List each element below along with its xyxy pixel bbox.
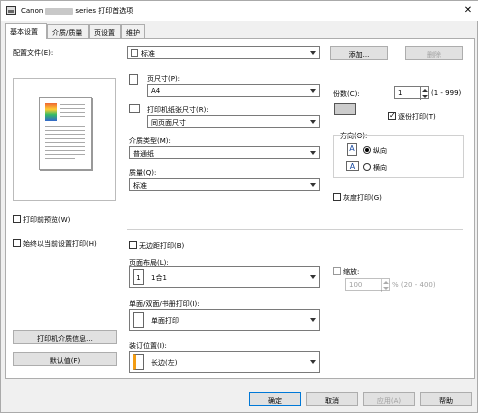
scaling-value: 100 <box>349 281 363 289</box>
scaling-unit: % (20 - 400) <box>392 281 436 289</box>
ok-button[interactable]: 确定 <box>249 392 301 406</box>
binding-select[interactable]: 长边(左) <box>129 351 320 373</box>
single-sided-icon <box>133 312 144 328</box>
title-bar: Canon series 打印首选项 ✕ <box>1 1 478 21</box>
page-size-value: A4 <box>151 87 161 95</box>
grayscale-label: 灰度打印(G) <box>343 194 382 202</box>
borderless-checkbox[interactable] <box>129 241 137 249</box>
scaling-checkbox[interactable] <box>333 267 341 275</box>
copies-spinner-icon[interactable] <box>420 87 428 100</box>
chevron-down-icon <box>310 318 316 322</box>
portrait-radio[interactable] <box>363 146 371 154</box>
binding-label: 装订位置(I): <box>129 342 167 350</box>
profile-label: 配置文件(E): <box>13 49 54 57</box>
chevron-down-icon <box>310 151 316 155</box>
duplex-select[interactable]: 单面打印 <box>129 309 320 331</box>
tab-page-setup[interactable]: 页设置 <box>89 24 121 38</box>
media-type-value: 普通纸 <box>133 150 154 158</box>
copies-label: 份数(C): <box>333 90 360 98</box>
preview-image <box>45 103 57 121</box>
media-type-label: 介质类型(M): <box>129 137 171 145</box>
scaling-spinner-icon[interactable] <box>381 279 389 292</box>
add-profile-button[interactable]: 添加... <box>330 46 388 60</box>
chevron-down-icon <box>310 120 316 124</box>
page-layout-select[interactable]: 1 1合1 <box>129 266 320 288</box>
printing-preferences-window: Canon series 打印首选项 ✕ 基本设置 介质/质量 页设置 维护 配置… <box>0 0 478 413</box>
printer-app-icon <box>6 6 16 15</box>
borderless-label: 无边距打印(B) <box>139 242 185 250</box>
layout-page-icon: 1 <box>133 269 144 285</box>
page-size-label: 页尺寸(P): <box>147 75 181 83</box>
binding-left-icon <box>133 354 144 370</box>
profile-select[interactable]: 标准 <box>127 46 320 59</box>
media-type-select[interactable]: 普通纸 <box>129 146 320 159</box>
chevron-down-icon <box>310 51 316 55</box>
tab-media-quality[interactable]: 介质/质量 <box>47 24 89 38</box>
preview-before-print-label: 打印前预览(W) <box>23 216 71 224</box>
printer-paper-size-select[interactable]: 同页面尺寸 <box>147 115 320 128</box>
collate-stack-icon <box>334 103 356 115</box>
chevron-down-icon <box>310 183 316 187</box>
defaults-button[interactable]: 默认值(F) <box>13 352 117 366</box>
page-size-select[interactable]: A4 <box>147 84 320 97</box>
printer-icon <box>129 104 140 113</box>
quality-value: 标准 <box>133 182 147 190</box>
binding-value: 长边(左) <box>151 359 178 367</box>
window-title: Canon series 打印首选项 <box>21 6 133 16</box>
title-prefix: Canon <box>21 7 44 15</box>
scaling-input[interactable]: 100 <box>345 278 390 292</box>
copies-value: 1 <box>398 89 403 97</box>
preview-paper <box>39 97 92 170</box>
preview-before-print-checkbox[interactable] <box>13 215 21 223</box>
help-button[interactable]: 帮助 <box>420 392 472 406</box>
scaling-label: 缩放: <box>343 268 360 276</box>
close-icon[interactable]: ✕ <box>461 4 475 18</box>
grayscale-checkbox[interactable] <box>333 193 341 201</box>
printer-paper-size-value: 同页面尺寸 <box>151 119 186 127</box>
always-print-current-label: 始终以当前设置打印(H) <box>23 240 97 248</box>
tab-maintenance[interactable]: 维护 <box>121 24 145 38</box>
copies-input[interactable]: 1 <box>394 86 429 100</box>
chevron-down-icon <box>310 360 316 364</box>
separator <box>127 229 463 230</box>
chevron-down-icon <box>310 89 316 93</box>
profile-value: 标准 <box>141 50 155 58</box>
collate-label: 逐份打印(T) <box>398 113 436 121</box>
portrait-icon: A <box>347 143 357 156</box>
duplex-label: 单面/双面/书册打印(I): <box>129 300 200 308</box>
copies-range: (1 - 999) <box>431 89 462 97</box>
landscape-icon: A <box>346 161 359 171</box>
apply-button[interactable]: 应用(A) <box>363 392 415 406</box>
quality-label: 质量(Q): <box>129 169 157 177</box>
tab-basic-settings[interactable]: 基本设置 <box>5 23 47 39</box>
landscape-label: 横向 <box>373 164 387 172</box>
title-suffix: series 打印首选项 <box>75 7 134 15</box>
profile-icon <box>131 49 138 57</box>
collate-checkbox[interactable] <box>388 111 396 120</box>
redacted-model <box>45 7 74 15</box>
print-preview <box>13 78 116 201</box>
landscape-radio[interactable] <box>363 163 371 171</box>
portrait-label: 纵向 <box>373 147 387 155</box>
page-layout-value: 1合1 <box>151 274 167 282</box>
printer-paper-size-label: 打印机纸张尺寸(R): <box>147 106 209 114</box>
duplex-value: 单面打印 <box>151 317 179 325</box>
quality-select[interactable]: 标准 <box>129 178 320 191</box>
print-media-info-button[interactable]: 打印机介质信息... <box>13 330 117 344</box>
delete-profile-button[interactable]: 删除 <box>405 46 463 60</box>
cancel-button[interactable]: 取消 <box>306 392 358 406</box>
chevron-down-icon <box>310 275 316 279</box>
always-print-current-checkbox[interactable] <box>13 239 21 247</box>
page-icon <box>129 74 138 85</box>
